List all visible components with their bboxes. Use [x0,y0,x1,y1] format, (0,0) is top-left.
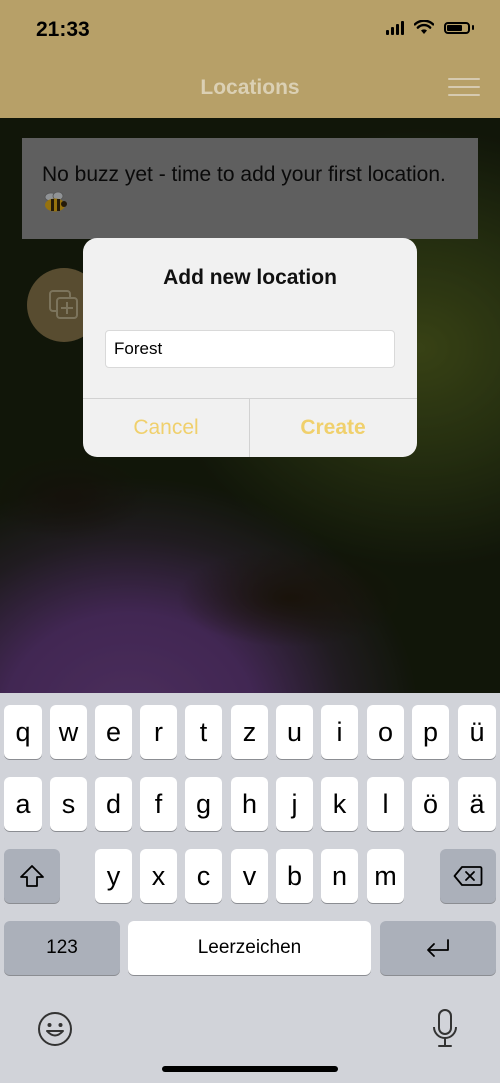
shift-key[interactable] [4,849,60,903]
shift-icon [20,865,44,887]
key[interactable]: d [95,777,132,831]
key[interactable]: g [185,777,222,831]
key[interactable]: t [185,705,222,759]
create-button[interactable]: Create [250,399,416,457]
key[interactable]: l [367,777,404,831]
key[interactable]: ü [458,705,496,759]
key[interactable]: n [321,849,358,903]
page-title: Locations [200,76,300,99]
location-name-input[interactable] [105,330,395,368]
numbers-key[interactable]: 123 [4,921,120,975]
key[interactable]: ä [458,777,496,831]
key[interactable]: u [276,705,313,759]
keyboard: q w e r t z u i o p ü a s d f g h j k l … [0,693,500,1083]
key[interactable]: x [140,849,177,903]
dictation-button[interactable] [430,1008,460,1050]
key[interactable]: a [4,777,42,831]
key[interactable]: r [140,705,177,759]
nav-bar: Locations [0,60,500,118]
key[interactable]: v [231,849,268,903]
key[interactable]: k [321,777,358,831]
key[interactable]: y [95,849,132,903]
key[interactable]: q [4,705,42,759]
key[interactable]: z [231,705,268,759]
key[interactable]: e [95,705,132,759]
key[interactable]: m [367,849,404,903]
space-key[interactable]: Leerzeichen [128,921,371,975]
status-bar: 21:33 [0,0,500,60]
key[interactable]: h [231,777,268,831]
status-time: 21:33 [36,18,90,41]
home-indicator [162,1066,338,1072]
return-key[interactable] [380,921,496,975]
key[interactable]: j [276,777,313,831]
key[interactable]: s [50,777,87,831]
add-location-dialog: Add new location Cancel Create [83,238,417,457]
key[interactable]: f [140,777,177,831]
status-icons [386,20,474,35]
cancel-button[interactable]: Cancel [83,399,249,457]
backspace-key[interactable] [440,849,496,903]
key[interactable]: c [185,849,222,903]
return-icon [427,939,449,957]
key[interactable]: i [321,705,358,759]
key[interactable]: ö [412,777,449,831]
cellular-signal-icon [386,20,404,35]
battery-icon [444,21,470,34]
emoji-icon [38,1012,72,1046]
wifi-icon [414,20,434,34]
dialog-title: Add new location [163,266,337,289]
key[interactable]: p [412,705,449,759]
key[interactable]: o [367,705,404,759]
microphone-icon [433,1009,457,1047]
key[interactable]: b [276,849,313,903]
backspace-icon [453,866,483,886]
battery-tip [472,25,474,30]
emoji-button[interactable] [36,1010,74,1048]
hamburger-menu-icon[interactable] [448,78,480,100]
key[interactable]: w [50,705,87,759]
